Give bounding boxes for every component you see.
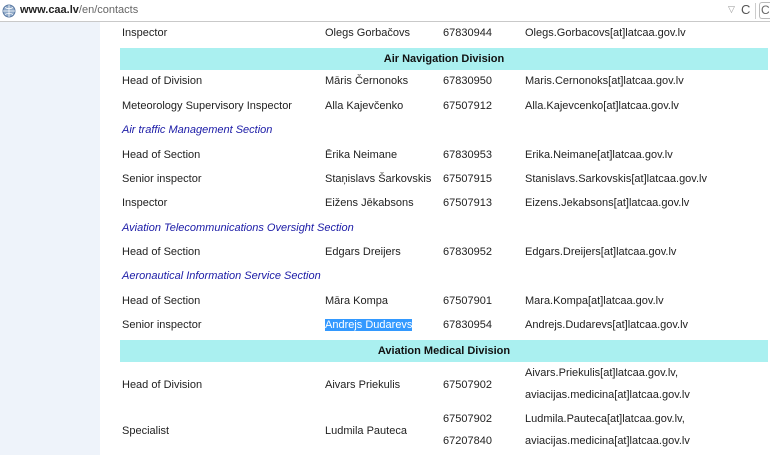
email-cell: Stanislavs.Sarkovskis[at]latcaa.gov.lv <box>525 173 707 185</box>
name-cell: Alla Kajevčenko <box>325 100 404 112</box>
email-cell: Erika.Neimane[at]latcaa.gov.lv <box>525 149 673 161</box>
email-cell: Olegs.Gorbacovs[at]latcaa.gov.lv <box>525 27 686 39</box>
url-text[interactable]: www.caa.lv/en/contacts <box>20 4 138 16</box>
position-cell: Inspector <box>122 197 168 209</box>
name-cell: Edgars Dreijers <box>325 246 401 258</box>
name-cell: Staņislavs Šarkovskis <box>325 173 432 185</box>
phone-cell: 67507902 <box>443 379 492 391</box>
phone-cell: 67830954 <box>443 319 492 331</box>
position-cell: Head of Section <box>122 149 201 161</box>
division-title: Aviation Medical Division <box>377 345 511 357</box>
contacts-page: Inspector Olegs Gorbačovs 67830944 Olegs… <box>100 22 770 455</box>
phone-cell: 67207840 <box>443 435 492 447</box>
phone-cell: 67507902 <box>443 413 492 425</box>
email-cell: Mara.Kompa[at]latcaa.gov.lv <box>525 295 664 307</box>
phone-cell: 67830950 <box>443 75 492 87</box>
phone-cell: 67507915 <box>443 173 492 185</box>
section-title: Aeronautical Information Service Section <box>122 270 321 282</box>
name-cell: Māra Kompa <box>325 295 388 307</box>
position-cell: Head of Division <box>122 75 203 87</box>
name-cell: Ērika Neimane <box>325 149 398 161</box>
position-cell: Senior inspector <box>122 319 202 331</box>
name-cell: Eižens Jēkabsons <box>325 197 414 209</box>
name-cell: Olegs Gorbačovs <box>325 27 410 39</box>
name-cell: Māris Černonoks <box>325 75 409 87</box>
email-cell: Edgars.Dreijers[at]latcaa.gov.lv <box>525 246 677 258</box>
position-cell: Head of Division <box>122 379 203 391</box>
phone-cell: 67830944 <box>443 27 492 39</box>
position-cell: Head of Section <box>122 295 201 307</box>
email-cell: Eizens.Jekabsons[at]latcaa.gov.lv <box>525 197 690 209</box>
search-box[interactable]: C <box>759 2 770 19</box>
position-cell: Head of Section <box>122 246 201 258</box>
name-cell: Aivars Priekulis <box>325 379 401 391</box>
email-cell: aviacijas.medicina[at]latcaa.gov.lv <box>525 435 690 447</box>
phone-cell: 67507901 <box>443 295 492 307</box>
phone-cell: 67507913 <box>443 197 492 209</box>
section-title: Air traffic Management Section <box>122 124 273 136</box>
email-cell: Alla.Kajevcenko[at]latcaa.gov.lv <box>525 100 679 112</box>
division-title: Air Navigation Division <box>383 53 505 65</box>
name-cell: Ludmila Pauteca <box>325 425 407 437</box>
phone-cell: 67507912 <box>443 100 492 112</box>
toolbar-divider <box>755 3 756 19</box>
section-title: Aviation Telecommunications Oversight Se… <box>122 222 354 234</box>
name-cell-selected[interactable]: Andrejs Dudarevs <box>325 319 413 331</box>
email-cell: Aivars.Priekulis[at]latcaa.gov.lv, <box>525 367 679 379</box>
phone-cell: 67830953 <box>443 149 492 161</box>
url-history-dropdown-icon[interactable]: ▽ <box>728 4 735 15</box>
email-cell: Andrejs.Dudarevs[at]latcaa.gov.lv <box>525 319 689 331</box>
phone-cell: 67830952 <box>443 246 492 258</box>
division-header: Air Navigation Division <box>120 48 768 70</box>
table-row: Specialist Ludmila Pauteca 67507902 6720… <box>120 413 768 453</box>
position-cell: Specialist <box>122 425 170 437</box>
email-cell: Maris.Cernonoks[at]latcaa.gov.lv <box>525 75 684 87</box>
table-row: Head of Division Aivars Priekulis 675079… <box>120 367 768 407</box>
email-cell: aviacijas.medicina[at]latcaa.gov.lv <box>525 389 690 401</box>
url-host: www.caa.lv <box>20 4 79 16</box>
reload-icon[interactable]: C <box>741 2 750 17</box>
left-sidebar <box>0 22 100 455</box>
position-cell: Senior inspector <box>122 173 202 185</box>
position-cell: Inspector <box>122 27 168 39</box>
url-path: /en/contacts <box>78 4 139 16</box>
address-bar[interactable]: www.caa.lv/en/contacts ▽ C C <box>0 0 770 22</box>
division-header: Aviation Medical Division <box>120 340 768 362</box>
position-cell: Meteorology Supervisory Inspector <box>122 100 292 112</box>
globe-icon <box>2 4 16 18</box>
email-cell: Ludmila.Pauteca[at]latcaa.gov.lv, <box>525 413 685 425</box>
